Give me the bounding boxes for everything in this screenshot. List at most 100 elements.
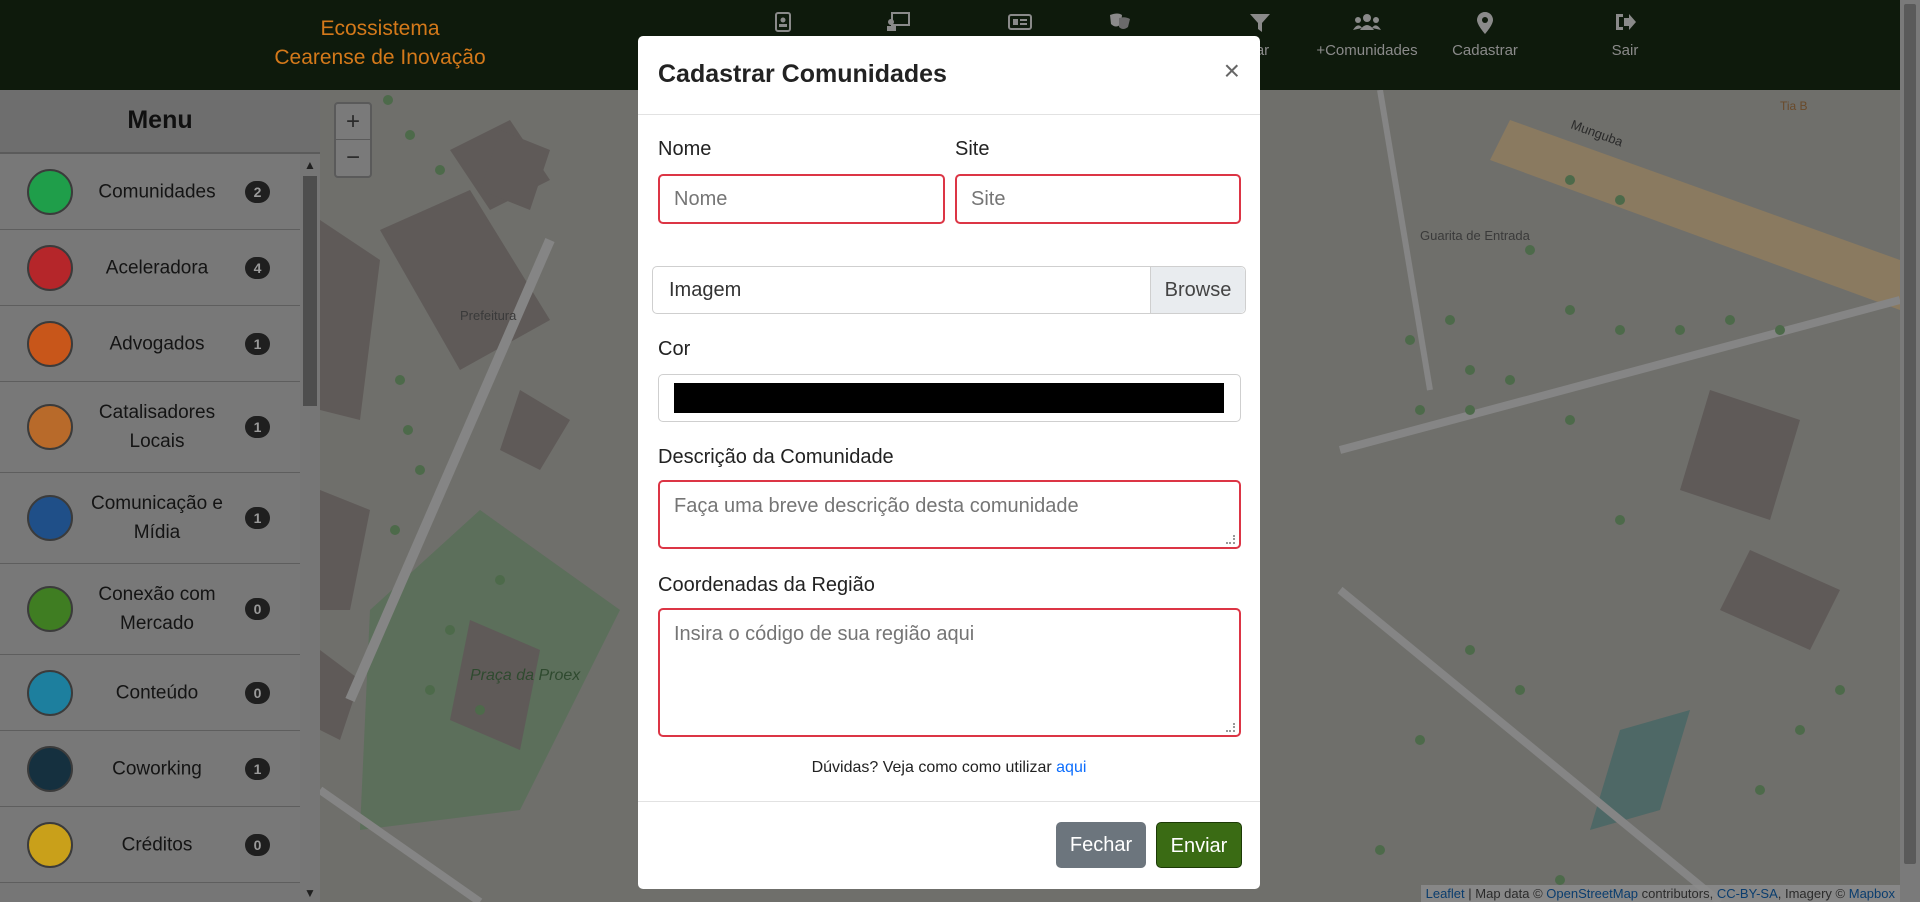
ccbysa-link[interactable]: CC-BY-SA bbox=[1717, 886, 1778, 901]
count-badge: 0 bbox=[245, 833, 270, 856]
sidebar-item-label: Catalisadores Locais bbox=[98, 402, 216, 452]
sidebar-item-aceleradora[interactable]: Aceleradora 4 bbox=[0, 230, 300, 306]
mapbox-link[interactable]: Mapbox bbox=[1849, 886, 1895, 901]
count-badge: 1 bbox=[245, 332, 270, 355]
sidebar-item-comunicacao[interactable]: Comunicação e Mídia 1 bbox=[0, 473, 300, 564]
sidebar-item-conteudo[interactable]: Conteúdo 0 bbox=[0, 655, 300, 731]
map-attribution: Leaflet | Map data © OpenStreetMap contr… bbox=[1420, 885, 1900, 902]
help-text: Dúvidas? Veja como como utilizar aqui bbox=[638, 759, 1260, 777]
attribution-text-2: contributors, bbox=[1638, 886, 1717, 901]
content-icon bbox=[27, 669, 73, 716]
sidebar-item-label: Advogados bbox=[109, 333, 205, 354]
nav-item-sair[interactable]: Sair bbox=[1570, 12, 1680, 59]
nav-item-sair-label: Sair bbox=[1611, 42, 1639, 59]
people-icon bbox=[27, 168, 73, 215]
cor-label: Cor bbox=[658, 338, 691, 360]
descricao-label: Descrição da Comunidade bbox=[658, 446, 894, 468]
scroll-up-icon[interactable]: ▲ bbox=[300, 156, 320, 174]
resize-handle-icon[interactable] bbox=[1226, 723, 1235, 732]
brand-title[interactable]: Ecossistema Cearense de Inovação bbox=[240, 14, 520, 72]
coordenadas-placeholder: Insira o código de sua região aqui bbox=[674, 623, 975, 645]
nome-input[interactable] bbox=[658, 174, 945, 224]
cor-color-picker[interactable] bbox=[658, 374, 1241, 422]
sidebar-scrollbar[interactable]: ▲ ▼ bbox=[300, 154, 320, 902]
nav-item-cadastrar[interactable]: Cadastrar bbox=[1430, 12, 1540, 59]
modal-title: Cadastrar Comunidades bbox=[658, 60, 947, 88]
enviar-button[interactable]: Enviar bbox=[1156, 822, 1242, 868]
sidebar-item-conexao[interactable]: Conexão com Mercado 0 bbox=[0, 564, 300, 655]
close-icon[interactable]: × bbox=[1224, 56, 1240, 86]
coworking-icon bbox=[27, 745, 73, 792]
theater-masks-icon bbox=[1065, 12, 1175, 34]
sidebar: Menu Comunidades 2 Aceleradora 4 Advogad… bbox=[0, 90, 320, 902]
sidebar-item-label: Aceleradora bbox=[105, 257, 209, 278]
presentation-icon bbox=[843, 12, 953, 34]
money-icon bbox=[27, 821, 73, 868]
map-marker-icon bbox=[1430, 12, 1540, 34]
handshake-icon bbox=[27, 586, 73, 632]
imagem-placeholder: Imagem bbox=[669, 279, 742, 301]
sidebar-item-coworking[interactable]: Coworking 1 bbox=[0, 731, 300, 807]
lightbulb-icon bbox=[27, 404, 73, 450]
scales-icon bbox=[27, 320, 73, 367]
brand-line-2: Cearense de Inovação bbox=[274, 46, 486, 69]
sidebar-item-creditos[interactable]: Créditos 0 bbox=[0, 807, 300, 883]
map-label-tia: Tia B bbox=[1780, 99, 1808, 113]
attribution-text-1: | Map data © bbox=[1464, 886, 1547, 901]
fechar-button[interactable]: Fechar bbox=[1056, 822, 1146, 868]
map-label-guarita: Guarita de Entrada bbox=[1420, 228, 1531, 243]
count-badge: 1 bbox=[245, 507, 270, 529]
sidebar-item-label: Conteúdo bbox=[115, 682, 199, 703]
zoom-in-button[interactable]: + bbox=[336, 104, 370, 140]
nav-item-cadastrar-label: Cadastrar bbox=[1452, 42, 1518, 59]
scroll-down-icon[interactable]: ▼ bbox=[300, 884, 320, 902]
sidebar-item-advogados[interactable]: Advogados 1 bbox=[0, 306, 300, 382]
count-badge: 1 bbox=[245, 416, 270, 438]
newspaper-icon bbox=[965, 12, 1075, 34]
imagem-file-input[interactable]: Imagem Browse bbox=[652, 266, 1246, 314]
rocket-icon bbox=[27, 244, 73, 291]
sidebar-item-comunidades[interactable]: Comunidades 2 bbox=[0, 154, 300, 230]
browse-button[interactable]: Browse bbox=[1150, 267, 1245, 313]
page-scroll-thumb[interactable] bbox=[1904, 4, 1916, 864]
count-badge: 2 bbox=[245, 180, 270, 203]
nav-item-comunidades[interactable]: +Comunidades bbox=[1312, 12, 1422, 59]
nav-item-comunidades-label: +Comunidades bbox=[1316, 42, 1418, 59]
modal-header: Cadastrar Comunidades × bbox=[638, 36, 1260, 115]
sidebar-title: Menu bbox=[0, 90, 320, 154]
color-swatch bbox=[674, 383, 1224, 413]
coordenadas-textarea[interactable]: Insira o código de sua região aqui bbox=[658, 608, 1241, 737]
id-badge-icon bbox=[728, 12, 838, 34]
site-input[interactable] bbox=[955, 174, 1241, 224]
zoom-out-button[interactable]: − bbox=[336, 140, 370, 176]
cadastrar-comunidades-modal: Cadastrar Comunidades × Nome Site Imagem… bbox=[638, 36, 1260, 889]
osm-link[interactable]: OpenStreetMap bbox=[1546, 886, 1638, 901]
zoom-control: + − bbox=[334, 102, 372, 178]
coordenadas-label: Coordenadas da Região bbox=[658, 574, 875, 596]
sign-out-icon bbox=[1570, 12, 1680, 34]
attribution-text-3: , Imagery © bbox=[1777, 886, 1849, 901]
brand-line-1: Ecossistema bbox=[320, 17, 440, 40]
resize-handle-icon[interactable] bbox=[1226, 535, 1235, 544]
sidebar-item-label: Comunidades bbox=[98, 181, 216, 202]
help-text-label: Dúvidas? Veja como como utilizar bbox=[811, 759, 1057, 776]
site-label: Site bbox=[955, 138, 990, 160]
sidebar-item-label: Coworking bbox=[112, 758, 202, 779]
help-link[interactable]: aqui bbox=[1056, 759, 1086, 776]
network-icon bbox=[27, 495, 73, 541]
nome-label: Nome bbox=[658, 138, 712, 160]
map-label-prefeitura: Prefeitura bbox=[460, 308, 517, 323]
sidebar-menu-list: Comunidades 2 Aceleradora 4 Advogados 1 … bbox=[0, 154, 300, 902]
leaflet-link[interactable]: Leaflet bbox=[1426, 886, 1465, 901]
users-icon bbox=[1312, 12, 1422, 34]
count-badge: 0 bbox=[245, 598, 270, 620]
sidebar-item-label: Créditos bbox=[121, 834, 193, 855]
page-scrollbar[interactable] bbox=[1900, 0, 1920, 902]
sidebar-scroll-thumb[interactable] bbox=[303, 176, 317, 406]
sidebar-item-label: Conexão com Mercado bbox=[98, 584, 216, 634]
filter-icon bbox=[1205, 12, 1315, 34]
descricao-textarea[interactable]: Faça uma breve descrição desta comunidad… bbox=[658, 480, 1241, 549]
count-badge: 0 bbox=[245, 681, 270, 704]
sidebar-item-catalisadores[interactable]: Catalisadores Locais 1 bbox=[0, 382, 300, 473]
descricao-placeholder: Faça uma breve descrição desta comunidad… bbox=[674, 495, 1079, 517]
